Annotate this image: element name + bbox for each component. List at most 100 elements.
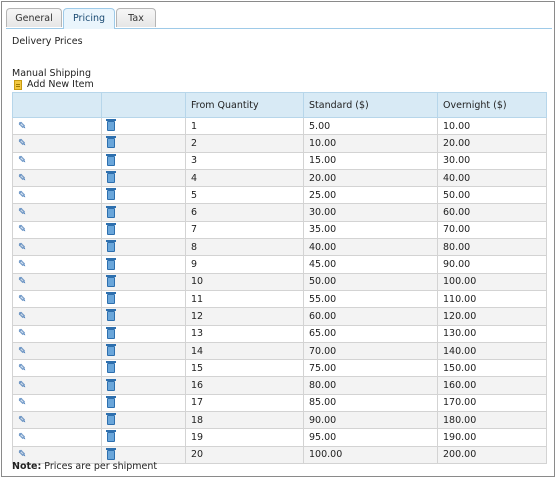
trash-icon[interactable] [106,274,116,287]
pencil-icon[interactable]: ✎ [18,398,26,408]
new-document-icon [14,79,22,90]
trash-icon[interactable] [106,344,116,356]
pencil-icon[interactable]: ✎ [18,190,26,201]
trash-icon[interactable] [106,240,116,253]
trash-icon[interactable] [106,153,116,166]
header-standard: Standard ($) [303,92,438,118]
tab-general[interactable]: General [6,8,62,27]
overnight-price-cell: 70.00 [437,220,547,240]
overnight-price-cell: 90.00 [437,255,547,274]
pencil-icon[interactable]: ✎ [18,242,26,253]
pencil-icon[interactable]: ✎ [18,450,26,460]
edit-cell: ✎ [12,411,102,430]
delete-cell [101,220,186,240]
from-quantity-cell: 11 [185,289,304,309]
note-label: Note: [12,461,42,472]
edit-cell: ✎ [12,116,102,136]
trash-icon[interactable] [106,395,116,408]
standard-price-cell: 95.00 [303,428,438,447]
overnight-price-cell: 180.00 [437,411,547,430]
add-new-item-link[interactable]: Add New Item [14,79,94,90]
pencil-icon[interactable]: ✎ [18,208,26,218]
from-quantity-cell: 1 [185,116,304,136]
from-quantity-cell: 15 [185,359,304,378]
pencil-icon[interactable]: ✎ [18,329,26,339]
pencil-icon[interactable]: ✎ [18,138,26,149]
trash-icon[interactable] [106,430,116,443]
overnight-price-cell: 200.00 [437,445,547,464]
edit-cell: ✎ [12,289,102,309]
standard-price-cell: 20.00 [303,168,438,188]
trash-icon[interactable] [106,447,116,460]
pencil-icon[interactable]: ✎ [18,294,26,305]
table-row: ✎ 15 75.00 150.00 [12,359,547,378]
pricing-table: From Quantity Standard ($) Overnight ($)… [12,92,547,464]
from-quantity-cell: 5 [185,186,304,205]
footer-note: Note: Prices are per shipment [12,461,157,472]
overnight-price-cell: 50.00 [437,186,547,205]
pencil-icon[interactable]: ✎ [18,346,26,357]
standard-price-cell: 5.00 [303,116,438,136]
table-row: ✎ 5 25.00 50.00 [12,186,547,205]
edit-cell: ✎ [12,341,102,361]
standard-price-cell: 50.00 [303,272,438,291]
pencil-icon[interactable]: ✎ [18,311,26,322]
trash-icon[interactable] [106,257,116,270]
overnight-price-cell: 100.00 [437,272,547,291]
from-quantity-cell: 18 [185,411,304,430]
trash-icon[interactable] [106,413,116,426]
trash-icon[interactable] [106,171,116,184]
trash-icon[interactable] [106,309,116,322]
table-row: ✎ 4 20.00 40.00 [12,168,547,188]
from-quantity-cell: 14 [185,341,304,361]
from-quantity-cell: 7 [185,220,304,240]
pencil-icon[interactable]: ✎ [18,260,26,270]
pencil-icon[interactable]: ✎ [18,173,26,184]
delete-cell [101,341,186,361]
trash-icon[interactable] [106,205,116,218]
delete-cell [101,359,186,378]
standard-price-cell: 60.00 [303,307,438,326]
overnight-price-cell: 110.00 [437,289,547,309]
trash-icon[interactable] [106,222,116,235]
pencil-icon[interactable]: ✎ [18,277,26,287]
edit-cell: ✎ [12,376,102,395]
tab-pricing[interactable]: Pricing [63,8,115,29]
pencil-icon[interactable]: ✎ [18,121,26,132]
standard-price-cell: 80.00 [303,376,438,395]
pencil-icon[interactable]: ✎ [18,156,26,166]
header-delete [101,92,186,118]
from-quantity-cell: 9 [185,255,304,274]
table-row: ✎ 16 80.00 160.00 [12,376,547,395]
overnight-price-cell: 80.00 [437,238,547,257]
delete-cell [101,255,186,274]
pencil-icon[interactable]: ✎ [18,415,26,426]
pencil-icon[interactable]: ✎ [18,381,26,391]
trash-icon[interactable] [106,292,116,305]
table-row: ✎ 1 5.00 10.00 [12,116,547,136]
edit-cell: ✎ [12,134,102,153]
table-row: ✎ 13 65.00 130.00 [12,324,547,343]
standard-price-cell: 10.00 [303,134,438,153]
trash-icon[interactable] [106,361,116,374]
trash-icon[interactable] [106,188,116,201]
trash-icon[interactable] [106,136,116,149]
trash-icon[interactable] [106,119,116,132]
add-new-item-label: Add New Item [27,79,94,90]
standard-price-cell: 55.00 [303,289,438,309]
trash-icon[interactable] [106,326,116,339]
delete-cell [101,238,186,257]
overnight-price-cell: 40.00 [437,168,547,188]
tab-tax[interactable]: Tax [116,8,156,27]
delete-cell [101,272,186,291]
pencil-icon[interactable]: ✎ [18,432,26,443]
edit-cell: ✎ [12,151,102,170]
from-quantity-cell: 17 [185,393,304,413]
table-row: ✎ 19 95.00 190.00 [12,428,547,447]
pencil-icon[interactable]: ✎ [18,363,26,374]
table-row: ✎ 18 90.00 180.00 [12,411,547,430]
tab-bar: General Pricing Tax [6,8,552,29]
standard-price-cell: 30.00 [303,203,438,222]
trash-icon[interactable] [106,378,116,391]
pencil-icon[interactable]: ✎ [18,225,26,235]
